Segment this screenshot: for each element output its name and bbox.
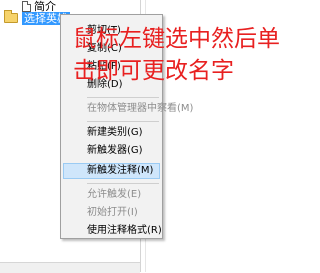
tutorial-annotation: 鼠标左键选中然后单 击即可更改名字 (73, 23, 305, 87)
horizontal-scrollbar[interactable] (0, 262, 140, 273)
menu-separator (87, 183, 159, 184)
menu-item-use-comment-format[interactable]: 使用注释格式(R) (87, 224, 162, 238)
menu-item-new-trigger-comment[interactable]: 新触发注释(M) (87, 164, 153, 178)
menu-item-initially-on: 初始打开(I) (87, 207, 138, 218)
folder-icon (4, 10, 18, 23)
menu-separator (87, 97, 159, 98)
menu-item-view-in-object-manager: 在物体管理器中察看(M) (87, 103, 194, 114)
document-icon (22, 0, 31, 12)
menu-item-new-trigger[interactable]: 新触发器(G) (87, 144, 143, 158)
annotation-line-2: 击即可更改名字 (73, 58, 234, 84)
menu-separator (87, 121, 159, 122)
annotation-line-1: 鼠标左键选中然后单 (73, 26, 280, 52)
menu-item-new-category[interactable]: 新建类别(G) (87, 126, 143, 140)
menu-item-enable-trigger: 允许触发(E) (87, 189, 142, 200)
